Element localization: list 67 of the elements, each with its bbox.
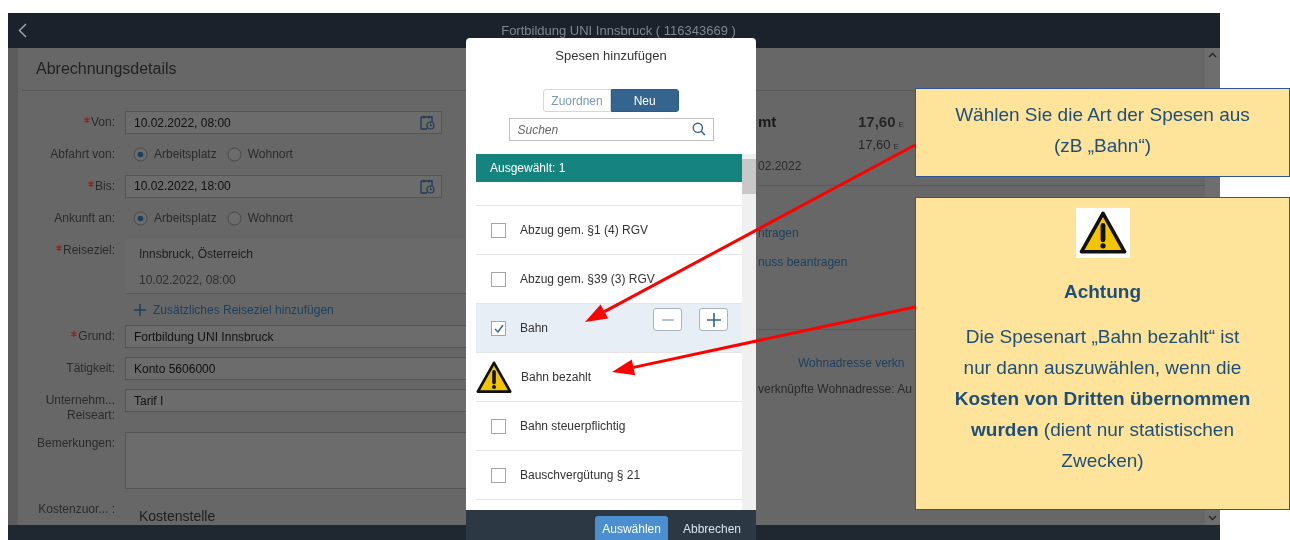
segment-button[interactable]: Neu	[610, 89, 679, 112]
search-icon[interactable]	[691, 122, 706, 136]
required-icon	[71, 331, 78, 338]
callout-text: Die Spesenart „Bahn bezahlt“ ist nur dann auszuwählen, wenn die Kosten von Dritten übernommen wurden (dient nur statistischen Zwecken)	[953, 325, 1252, 473]
text-field[interactable]: Konto 5606000	[125, 357, 468, 381]
callout-text: Wählen Sie die Art der Spesen aus (zB „Bahn“)	[954, 103, 1251, 158]
selection-info-bar: Ausgewählt: 1	[476, 154, 742, 182]
radio-button[interactable]	[133, 210, 148, 226]
panel-title: Abrechnungsdetails	[36, 60, 177, 78]
checkbox[interactable]	[491, 222, 506, 238]
text-field[interactable]: Tarif I	[125, 389, 468, 413]
search-field[interactable]: Suchen	[508, 118, 714, 141]
increase-button[interactable]	[699, 308, 728, 331]
date-field[interactable]: 10.02.2022, 08:00	[125, 111, 442, 134]
text-field[interactable]: Fortbildung UNI Innsbruck	[125, 325, 468, 349]
required-icon	[55, 244, 62, 251]
radio-label: Arbeitsplatz	[154, 211, 217, 226]
address-text: verknüpfte Wohnadresse: Au	[758, 382, 912, 396]
minus-icon	[661, 318, 674, 321]
back-icon[interactable]	[18, 23, 27, 38]
radio-button[interactable]	[133, 146, 148, 162]
field-label: Ankunft an:	[53, 209, 115, 226]
checkbox[interactable]	[491, 271, 506, 287]
radio-label: Arbeitsplatz	[154, 147, 217, 162]
scrollbar[interactable]	[742, 154, 756, 510]
add-destination-link[interactable]: Zusätzliches Reiseziel hinzufügen	[125, 302, 468, 317]
warning-icon	[476, 360, 512, 394]
scroll-up-icon[interactable]	[1208, 52, 1217, 58]
field-label: Bis:	[18, 174, 115, 194]
dialog-title: Spesen hinzufügen	[554, 48, 668, 63]
scroll-down-icon[interactable]	[1208, 515, 1217, 521]
field-label: Tätigkeit:	[65, 360, 115, 377]
calendar-clock-icon	[420, 115, 435, 130]
cancel-button[interactable]: Abbrechen	[675, 516, 748, 540]
field-label: Bemerkungen:	[35, 435, 115, 452]
checkbox[interactable]	[491, 320, 506, 336]
segment-button[interactable]: Zuordnen	[543, 89, 611, 112]
select-button[interactable]: Auswählen	[595, 516, 668, 540]
calendar-clock-icon	[420, 178, 435, 194]
field-label: Unternehm... Reiseart:	[44, 392, 115, 424]
radio-label: Wohnort	[247, 147, 293, 162]
destination-text: Innsbruck, Österreich	[139, 246, 255, 261]
field-label: Abfahrt von:	[49, 145, 115, 162]
checkbox[interactable]	[491, 418, 506, 434]
total-label: mt	[758, 113, 778, 130]
required-icon	[88, 180, 94, 187]
radio-button[interactable]	[226, 210, 242, 226]
window-title: Fortbildung UNI Innsbruck ( 116343669 )	[500, 23, 737, 38]
list-item[interactable]: Bahn	[476, 304, 742, 353]
field-label: Von:	[18, 111, 115, 130]
address-link[interactable]: Wohnadresse verkn	[798, 356, 905, 370]
destination-time: 10.02.2022, 08:00	[139, 272, 237, 287]
required-icon	[83, 117, 90, 123]
radio-label: Wohnort	[247, 211, 293, 226]
field-label: Reiseziel:	[18, 238, 115, 258]
notes-field[interactable]	[125, 432, 468, 490]
field-label: Kostenzuor... :	[37, 501, 115, 518]
callout-title: Achtung	[1063, 280, 1141, 304]
decrease-button[interactable]	[653, 308, 682, 331]
checkbox[interactable]	[491, 467, 506, 483]
section-title: Kostenstelle	[138, 507, 217, 525]
radio-button[interactable]	[226, 146, 242, 162]
plus-icon	[133, 302, 147, 317]
date-field[interactable]: 10.02.2022, 18:00	[125, 174, 442, 198]
plus-icon	[706, 312, 721, 327]
date-text: 02.2022	[758, 159, 803, 173]
field-label: Grund:	[18, 325, 115, 345]
